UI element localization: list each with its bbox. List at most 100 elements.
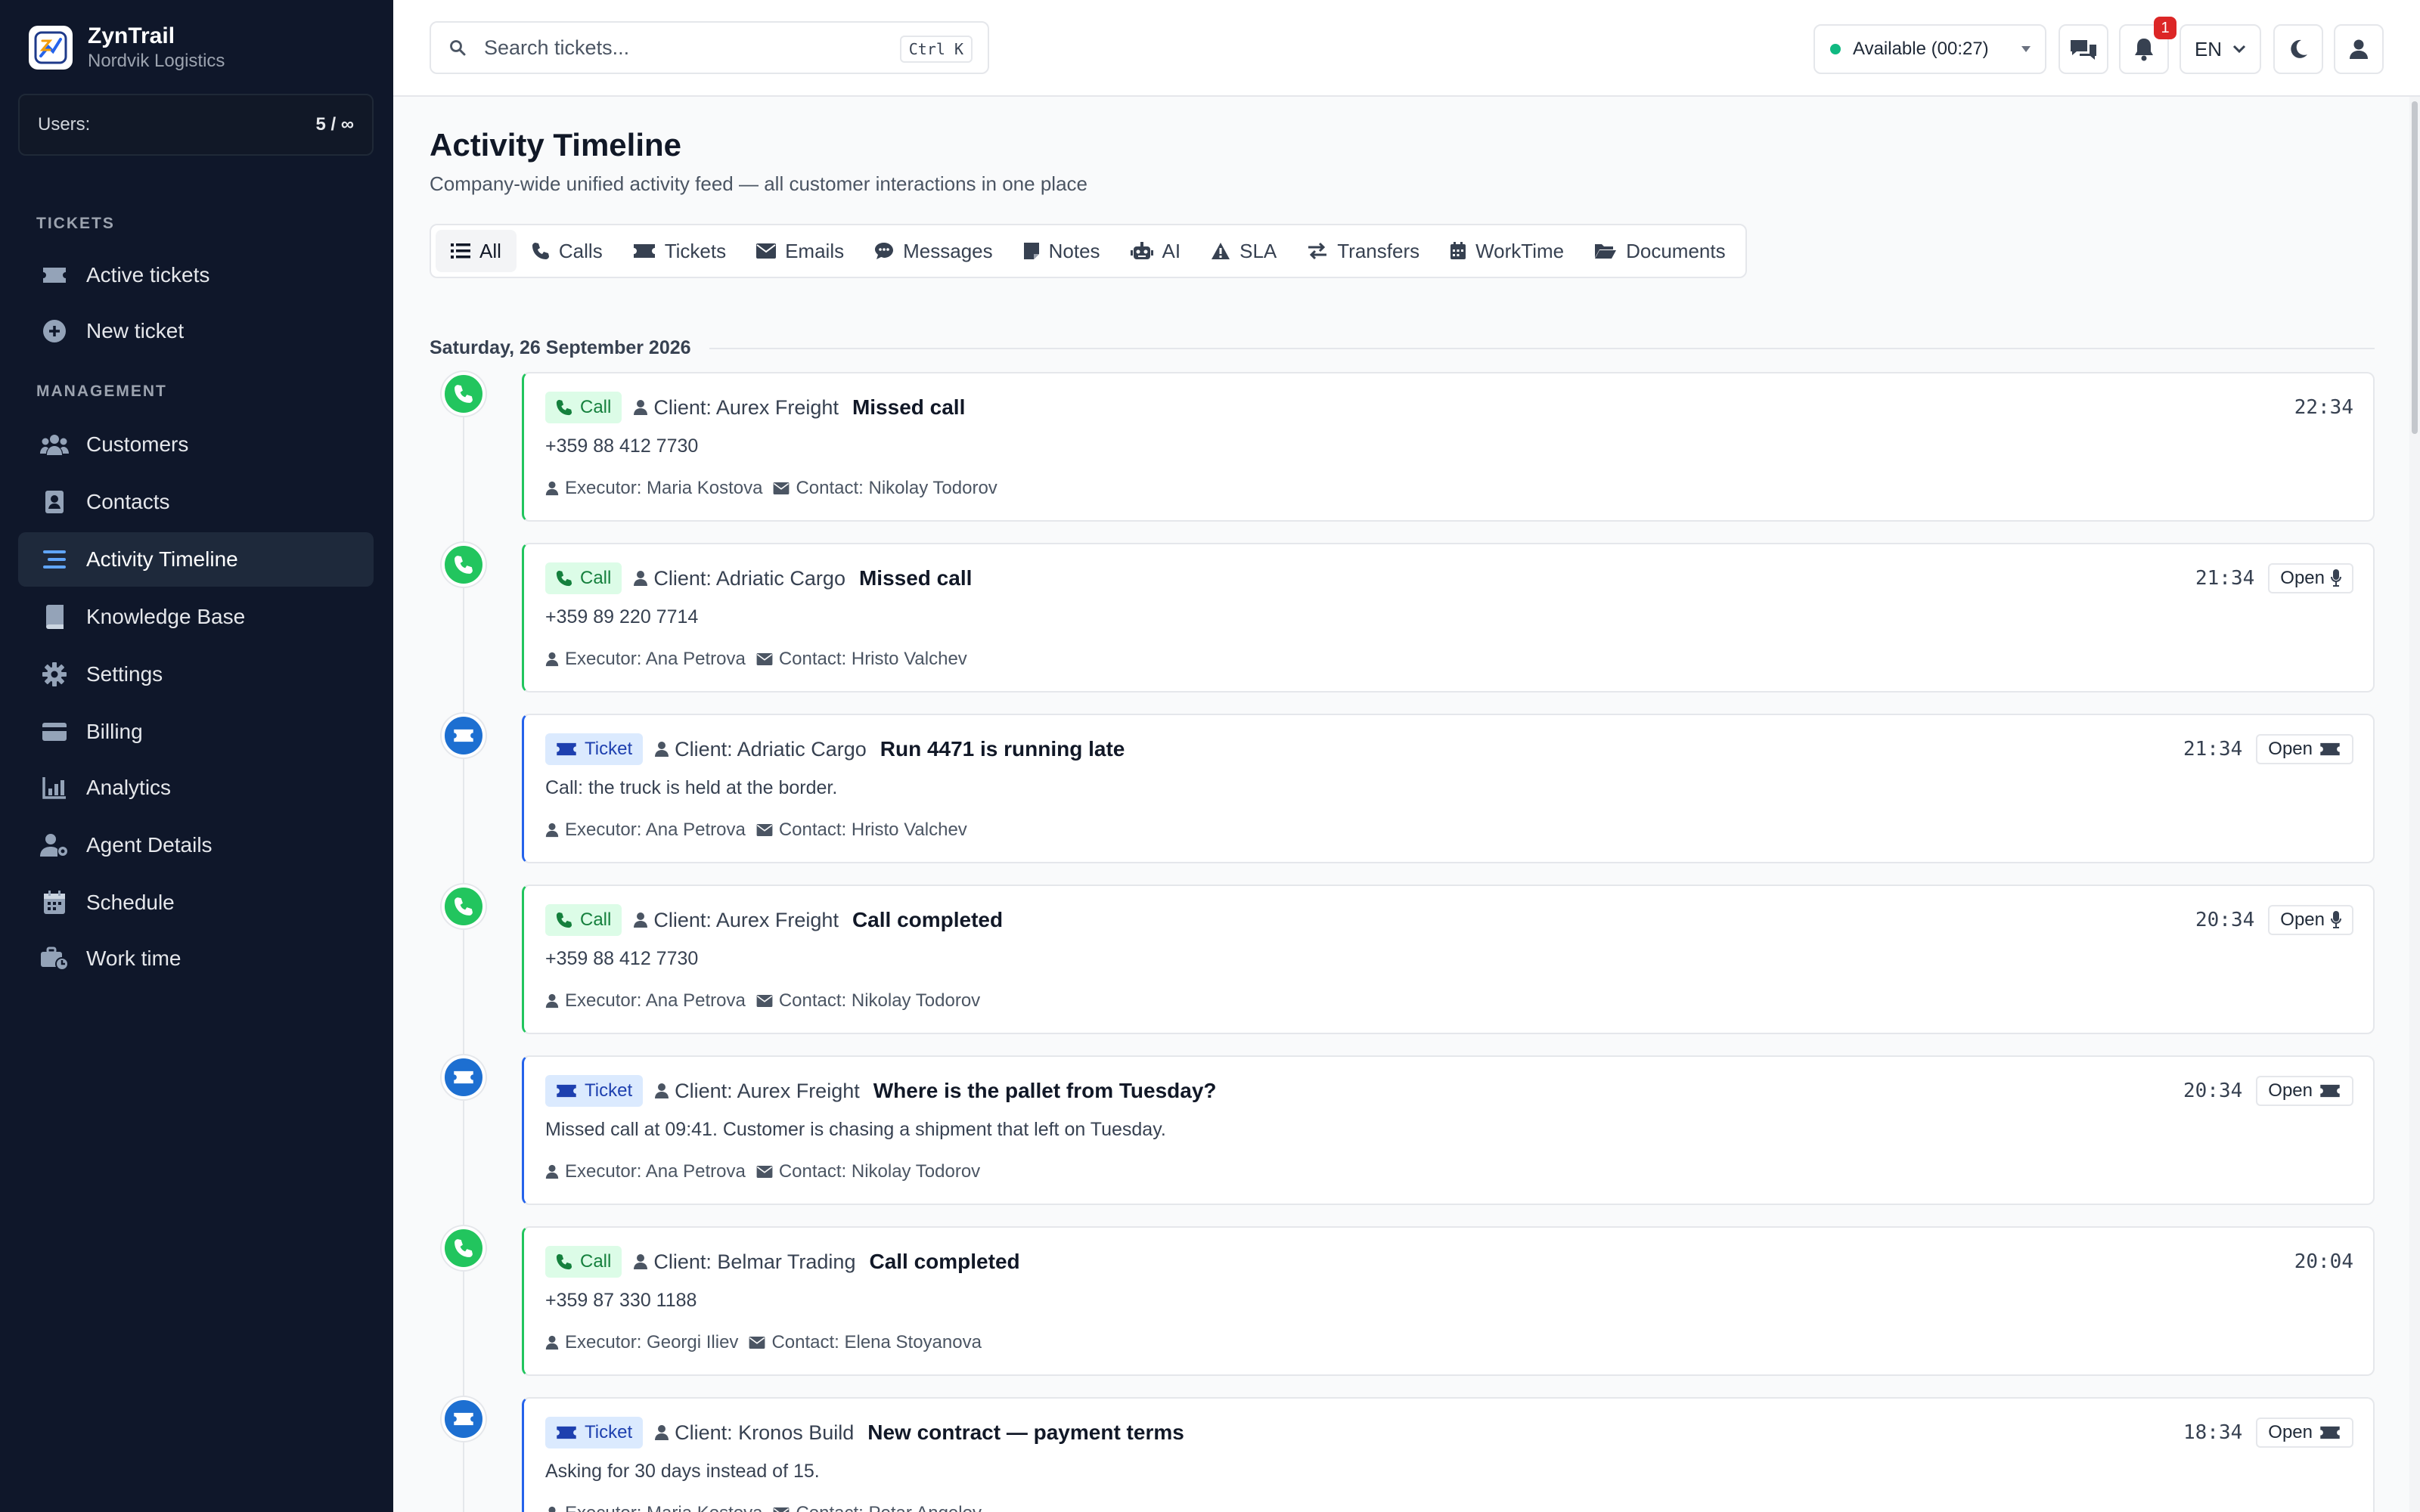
sidebar-item-activity-timeline[interactable]: Activity Timeline [18,532,374,587]
user-icon [2349,39,2369,60]
sidebar-item-knowledge-base[interactable]: Knowledge Base [18,590,374,644]
event-client: Client: Aurex Freight [634,909,839,932]
book-icon [39,602,70,632]
open-event-button[interactable]: Open [2268,563,2353,593]
open-event-button[interactable]: Open [2256,1418,2353,1448]
ticket-icon [633,243,656,259]
event-executor: Executor: Ana Petrova [565,649,746,669]
open-button-label: Open [2280,568,2325,588]
filter-calls[interactable]: Calls [517,230,618,272]
event-type-badge: Call [545,562,622,594]
event-card[interactable]: Ticket Client: Aurex Freight Where is th… [522,1055,2375,1205]
notifications-button[interactable]: 1 [2119,17,2176,74]
phone-icon [455,556,473,574]
sidebar-item-label: Schedule [86,891,175,914]
event-client: Client: Kronos Build [655,1421,854,1445]
scrollbar-thumb[interactable] [2412,101,2418,434]
event-client: Client: Adriatic Cargo [655,738,867,761]
filter-ai[interactable]: AI [1115,230,1196,272]
brand[interactable]: ZynTrail Nordvik Logistics [29,23,225,73]
filter-tickets[interactable]: Tickets [618,230,741,272]
phone-icon [556,1253,572,1270]
filter-label: All [479,239,501,262]
open-event-button[interactable]: Open [2256,1076,2353,1106]
user-icon [545,1164,559,1179]
folder-open-icon [1594,243,1617,259]
event-client-label: Client: Belmar Trading [653,1250,856,1273]
filter-emails[interactable]: Emails [741,230,859,272]
event-marker [442,714,486,758]
chart-icon [39,773,70,803]
user-icon [634,570,648,587]
sidebar-item-new-ticket[interactable]: New ticket [18,304,374,358]
search-input[interactable] [484,36,877,60]
sidebar-item-customers[interactable]: Customers [18,417,374,472]
event-meta: Executor: Georgi Iliev Contact: Elena St… [545,1332,982,1353]
user-icon [545,823,559,838]
theme-toggle-button[interactable] [2273,24,2323,74]
sidebar-item-active-tickets[interactable]: Active tickets [18,248,374,302]
phone-icon [556,912,572,928]
event-type-label: Call [580,568,612,588]
filter-transfers[interactable]: Transfers [1292,230,1435,272]
event-executor: Executor: Maria Kostova [565,478,763,498]
event-type-label: Call [580,397,612,417]
event-client-label: Client: Adriatic Cargo [675,737,867,761]
event-card[interactable]: Ticket Client: Adriatic Cargo Run 4471 i… [522,714,2375,863]
filter-documents[interactable]: Documents [1579,230,1741,272]
users-quota: Users: 5 / ∞ [18,94,374,156]
event-marker [442,885,486,928]
filter-notes[interactable]: Notes [1008,230,1115,272]
chat-button[interactable] [2059,24,2108,74]
event-card[interactable]: Call Client: Adriatic Cargo Missed call … [522,543,2375,692]
event-type-badge: Call [545,904,622,936]
sidebar-item-schedule[interactable]: Schedule [18,875,374,930]
status-label: Available (00:27) [1853,39,1989,59]
open-button-label: Open [2280,909,2325,930]
event-contact: Contact: Nikolay Todorov [778,990,981,1011]
event-contact: Contact: Elena Stoyanova [771,1332,982,1352]
filter-all[interactable]: All [436,230,517,272]
open-event-button[interactable]: Open [2268,905,2353,935]
microphone-icon [2331,569,2341,587]
phone-icon [455,385,473,403]
users-icon [39,429,70,460]
chat-bubbles-icon [2069,38,2098,60]
search-icon [449,39,466,56]
search-box[interactable]: Ctrl K [430,21,989,74]
event-card[interactable]: Call Client: Aurex Freight Call complete… [522,885,2375,1034]
sidebar-item-analytics[interactable]: Analytics [18,761,374,815]
event-card[interactable]: Call Client: Belmar Trading Call complet… [522,1226,2375,1376]
sidebar-item-billing[interactable]: Billing [18,705,374,759]
filter-messages[interactable]: Messages [859,230,1008,272]
user-icon [545,1335,559,1350]
event-contact: Contact: Petar Angelov [796,1503,981,1512]
sidebar-item-label: Contacts [86,490,170,513]
event-card[interactable]: Call Client: Aurex Freight Missed call +… [522,372,2375,522]
date-heading: Saturday, 26 September 2026 [430,337,691,358]
event-type-label: Ticket [585,1422,633,1442]
event-type-label: Ticket [585,739,633,759]
event-card[interactable]: Ticket Client: Kronos Build New contract… [522,1397,2375,1512]
event-title: New contract — payment terms [867,1421,1184,1444]
envelope-icon [756,653,773,665]
plus-circle-icon [39,316,70,346]
sidebar-item-settings[interactable]: Settings [18,647,374,702]
event-title: Missed call [852,395,966,419]
open-event-button[interactable]: Open [2256,734,2353,764]
sidebar-item-work-time[interactable]: Work time [18,931,374,986]
sidebar-item-label: Active tickets [86,263,210,287]
main-scrollbar[interactable] [2409,97,2420,1512]
sidebar-item-agent-details[interactable]: Agent Details [18,818,374,872]
filter-worktime[interactable]: WorkTime [1435,230,1579,272]
main-content: Activity Timeline Company-wide unified a… [393,97,2420,1512]
filter-sla[interactable]: SLA [1196,230,1292,272]
agent-status-dropdown[interactable]: Available (00:27) [1813,24,2046,74]
user-icon [545,1506,559,1512]
event-executor: Executor: Ana Petrova [565,820,746,840]
event-detail: Call: the truck is held at the border. [545,777,838,798]
sidebar-item-contacts[interactable]: Contacts [18,475,374,529]
user-menu-button[interactable] [2334,24,2384,74]
notification-count-badge: 1 [2154,17,2176,39]
language-select[interactable]: EN [2180,24,2261,74]
